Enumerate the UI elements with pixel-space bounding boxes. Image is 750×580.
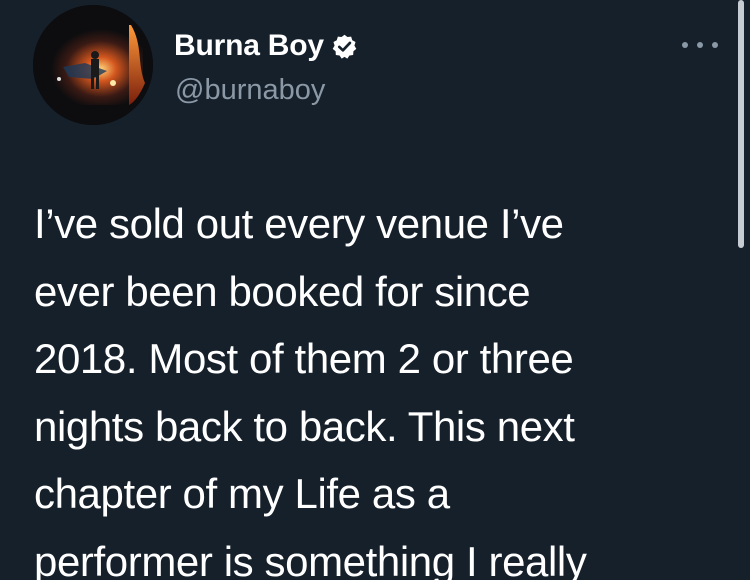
verified-badge-icon (331, 33, 358, 60)
tweet-screen: Burna Boy @burnaboy I’ve sold out every … (0, 0, 750, 580)
author-name-row[interactable]: Burna Boy (174, 28, 358, 64)
author-handle[interactable]: @burnaboy (175, 74, 325, 107)
author-display-name[interactable]: Burna Boy (174, 29, 324, 63)
more-options-icon[interactable] (682, 34, 718, 56)
scrollbar[interactable] (738, 0, 744, 248)
author-avatar[interactable] (33, 5, 153, 125)
tweet-text: I’ve sold out every venue I’ve ever been… (34, 200, 587, 580)
avatar-photo (33, 5, 153, 125)
